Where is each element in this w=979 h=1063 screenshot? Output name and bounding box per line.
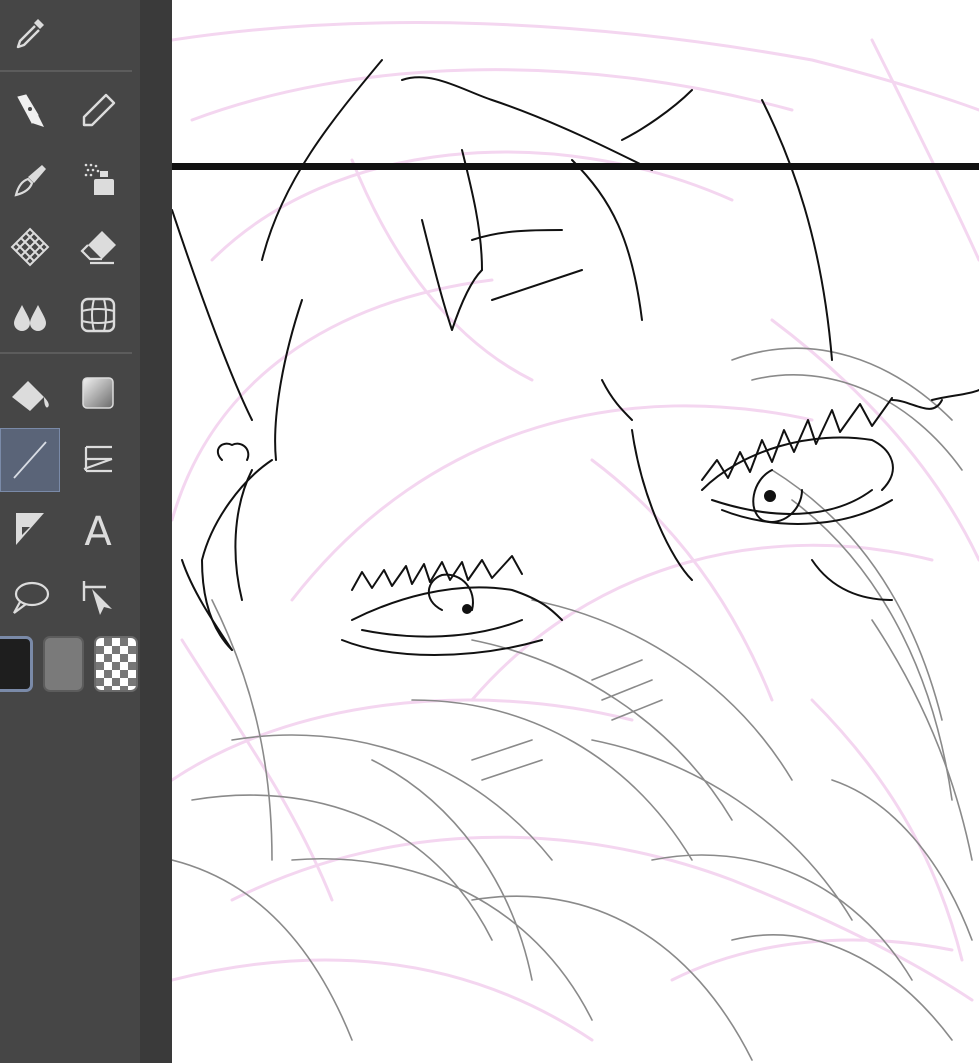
frame-border-icon	[83, 445, 113, 473]
correct-line-icon	[16, 513, 44, 545]
eraser-icon	[80, 231, 116, 265]
eraser-tool[interactable]	[68, 216, 128, 278]
brush-icon	[14, 165, 46, 197]
gradient-icon	[82, 377, 114, 409]
figure-tool[interactable]	[0, 428, 60, 492]
straight-line-icon	[13, 441, 47, 479]
pencil-icon	[82, 93, 116, 127]
ruler-tool[interactable]	[68, 284, 128, 346]
operation-tool[interactable]	[68, 566, 128, 628]
text-tool[interactable]: A	[68, 498, 128, 560]
blend-drops-icon	[14, 305, 46, 331]
pen-tool[interactable]	[0, 80, 60, 142]
eyedropper-icon	[16, 19, 44, 49]
main-color-swatch[interactable]	[0, 636, 33, 692]
blend-tool[interactable]	[0, 284, 60, 346]
decoration-mesh-icon	[10, 227, 50, 267]
transparent-color-swatch[interactable]	[94, 636, 138, 692]
gradient-tool[interactable]	[68, 362, 128, 424]
eyedropper-tool[interactable]	[0, 2, 60, 64]
tool-palette: A	[0, 0, 140, 1063]
tool-separator	[0, 70, 132, 72]
speech-balloon-icon	[13, 581, 50, 614]
fill-tool[interactable]	[0, 362, 60, 424]
fill-bucket-icon	[12, 381, 49, 411]
balloon-tool[interactable]	[0, 566, 60, 628]
drawing-canvas[interactable]	[172, 0, 979, 1063]
sketch-artwork	[172, 21, 979, 1061]
brush-tool[interactable]	[0, 148, 60, 210]
object-select-icon	[82, 581, 112, 615]
straight-line-stroke	[172, 163, 979, 170]
hair-strands-layer	[172, 347, 973, 1061]
palette-divider	[140, 0, 172, 1063]
svg-text:A: A	[84, 509, 112, 551]
frame-border-tool[interactable]	[68, 428, 128, 490]
pen-nib-icon	[17, 94, 44, 127]
airbrush-icon	[84, 163, 114, 195]
decoration-tool[interactable]	[0, 216, 60, 278]
sub-color-swatch[interactable]	[43, 636, 84, 692]
tool-separator	[0, 352, 132, 354]
correct-line-tool[interactable]	[0, 498, 60, 560]
pencil-tool[interactable]	[68, 80, 128, 142]
airbrush-tool[interactable]	[68, 148, 128, 210]
perspective-ruler-icon	[80, 297, 116, 333]
rough-sketch-layer	[172, 21, 979, 1042]
text-icon: A	[84, 509, 112, 551]
